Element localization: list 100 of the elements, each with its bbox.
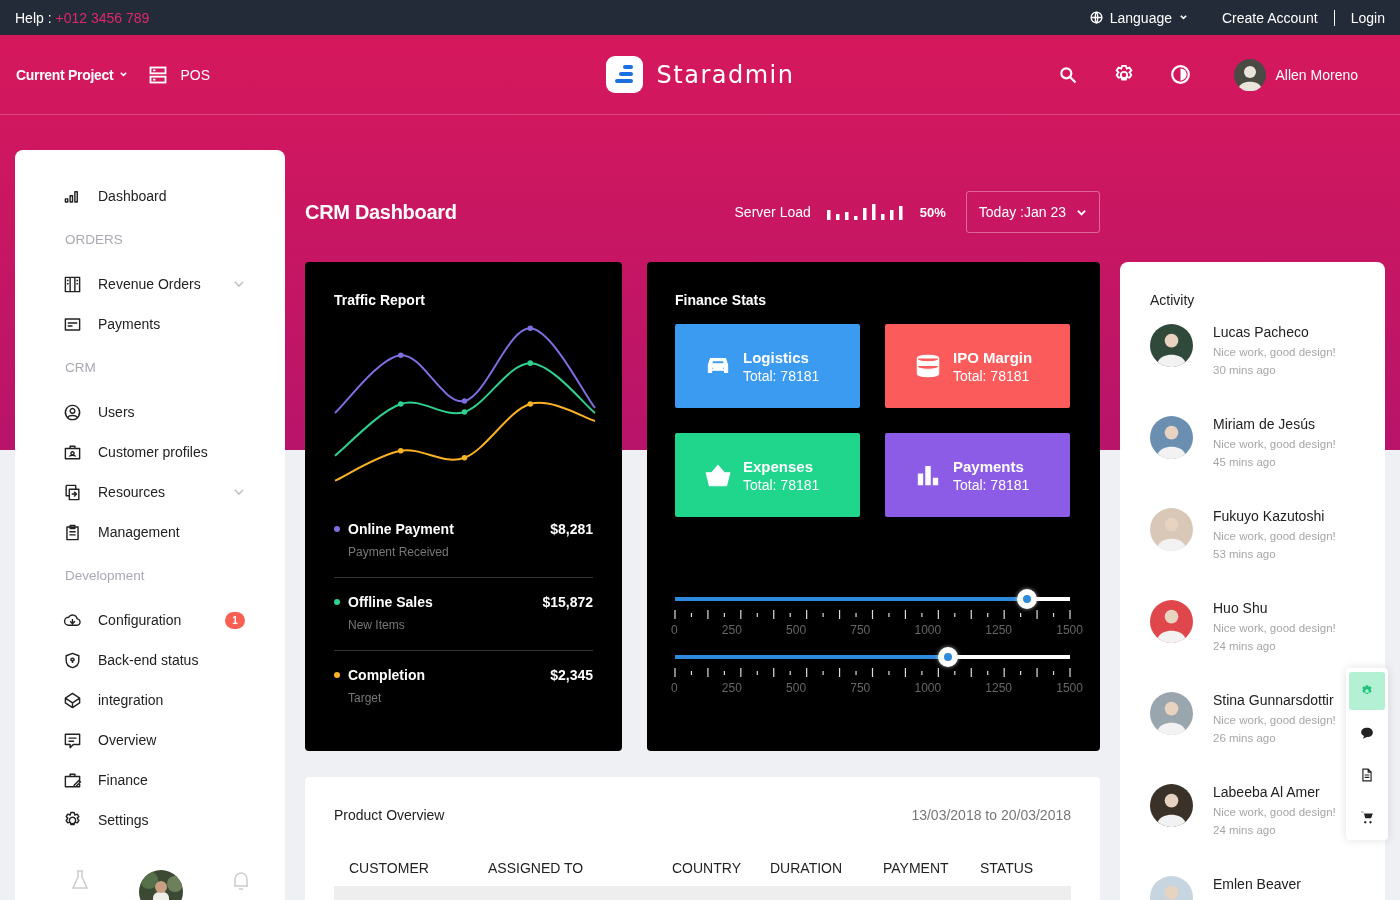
person-name: Lucas Pacheco (1213, 324, 1310, 340)
tile-total: Total: 78181 (953, 367, 1031, 384)
section-heading: ORDERS (64, 231, 124, 249)
menu-icon (63, 274, 82, 294)
menu-icon (63, 730, 82, 750)
user-menu[interactable]: Allen Moreno (1233, 58, 1358, 91)
chat-icon (1360, 726, 1374, 740)
stat-tile[interactable]: Payments Total: 78181 (885, 433, 1070, 517)
avatar-icon (1150, 600, 1193, 643)
caret-icon (1179, 13, 1188, 22)
half-circle-icon[interactable] (1169, 64, 1191, 85)
tick-label: 1250 (985, 623, 1013, 637)
menu-icon (63, 482, 82, 502)
activity-message: Nice work, good design! (1213, 714, 1336, 726)
bar-graph-icon (826, 204, 904, 220)
activity-time: 53 mins ago (1213, 548, 1277, 560)
sidebar-item[interactable]: Configuration 1 (63, 600, 285, 640)
page-title: CRM Dashboard (305, 200, 457, 224)
chart-point (397, 401, 404, 407)
tick-label: 0 (671, 623, 678, 637)
tile-total: Total: 78181 (743, 367, 820, 384)
card-title: Traffic Report (334, 292, 426, 308)
sidebar-item[interactable]: Management (63, 512, 285, 552)
amount-value: $2,345 (550, 667, 593, 683)
sidebar-item[interactable]: Settings (63, 800, 285, 840)
tile-title: Logistics (743, 348, 810, 366)
logo-icon (605, 56, 643, 93)
column-header: CUSTOMER (349, 860, 430, 876)
tick-label: 250 (721, 623, 742, 637)
column-header: PAYMENT (883, 860, 950, 876)
pos-button[interactable]: POS (148, 64, 210, 85)
sidebar-item[interactable]: Overview (63, 720, 285, 760)
tile-total: Total: 78181 (953, 476, 1030, 493)
caret-icon (119, 70, 129, 79)
sidebar-item[interactable]: Users (63, 392, 285, 432)
menu-icon (63, 402, 82, 422)
legend-caption: New Items (347, 617, 406, 632)
slider-thumb[interactable] (1016, 589, 1037, 609)
menu-icon (63, 690, 82, 710)
tick-label: 1000 (914, 623, 942, 637)
search-icon[interactable] (1057, 64, 1078, 85)
amount-value: $15,872 (542, 594, 593, 610)
card-title: Product Overview (334, 807, 445, 823)
legend-label: Online Payment (348, 521, 455, 537)
avatar-icon (1150, 784, 1193, 827)
column-header: STATUS (980, 860, 1035, 876)
person-name: Miriam de Jesús (1213, 416, 1316, 432)
current-project-dropdown[interactable]: Current Project (16, 66, 129, 83)
avatar-icon (1150, 508, 1193, 551)
chart-point (461, 409, 468, 415)
sidebar-item[interactable]: integration (63, 680, 285, 720)
chart-point (527, 401, 534, 407)
activity-message: Nice work, good design! (1213, 622, 1336, 634)
create-account-link[interactable]: Create Account (1222, 9, 1318, 26)
person-name: Emlen Beaver (1213, 876, 1301, 892)
legend-caption: Target (347, 690, 383, 705)
tick-label: 500 (786, 681, 807, 695)
section-heading: CRM (64, 359, 97, 377)
login-link[interactable]: Login (1350, 9, 1385, 26)
avatar-icon (1150, 324, 1193, 367)
activity-message: Nice work, good design! (1213, 346, 1336, 358)
card-title: Activity (1150, 292, 1196, 308)
chart-point (527, 325, 534, 332)
sidebar-item[interactable]: Revenue Orders (63, 264, 285, 304)
card-title: Finance Stats (675, 292, 768, 308)
activity-time: 45 mins ago (1213, 456, 1277, 468)
activity-time: 26 mins ago (1213, 732, 1277, 744)
sidebar-item[interactable]: Finance (63, 760, 285, 800)
language-dropdown[interactable]: Language (1089, 9, 1188, 26)
server-load-value: 50% (919, 204, 946, 220)
slider-thumb[interactable] (937, 647, 958, 667)
activity-time: 24 mins ago (1213, 824, 1277, 836)
tick-label: 1000 (914, 681, 942, 695)
avatar-icon (1233, 58, 1266, 91)
tick-label: 750 (850, 623, 871, 637)
sidebar-item[interactable]: Resources (63, 472, 285, 512)
globe-icon (1089, 11, 1103, 24)
date-dropdown[interactable]: Today :Jan 23 (965, 191, 1100, 233)
tile-title: Payments (953, 457, 1025, 475)
count-badge: 1 (225, 611, 245, 629)
help-label: Help : (15, 9, 52, 26)
menu-icon (63, 522, 82, 542)
brand-name: Staradmin (656, 60, 795, 89)
tick-label: 1500 (1056, 681, 1083, 695)
tick-label: 750 (850, 681, 871, 695)
sidebar-item[interactable]: Payments (63, 304, 285, 344)
document-icon (1360, 768, 1374, 782)
avatar-icon (1150, 416, 1193, 459)
menu-icon (63, 650, 82, 670)
sidebar-item[interactable]: Customer profiles (63, 432, 285, 472)
column-header: COUNTRY (672, 860, 742, 876)
tile-total: Total: 78181 (743, 476, 820, 493)
sidebar-item[interactable]: Back-end status (63, 640, 285, 680)
person-name: Labeeba Al Amer (1213, 784, 1321, 800)
sidebar-item[interactable]: Dashboard (63, 176, 285, 216)
tick-label: 1500 (1056, 623, 1083, 637)
tile-title: IPO Margin (953, 348, 1033, 366)
tick-label: 1250 (985, 681, 1013, 695)
chart-point (461, 398, 468, 404)
menu-icon (63, 770, 82, 790)
